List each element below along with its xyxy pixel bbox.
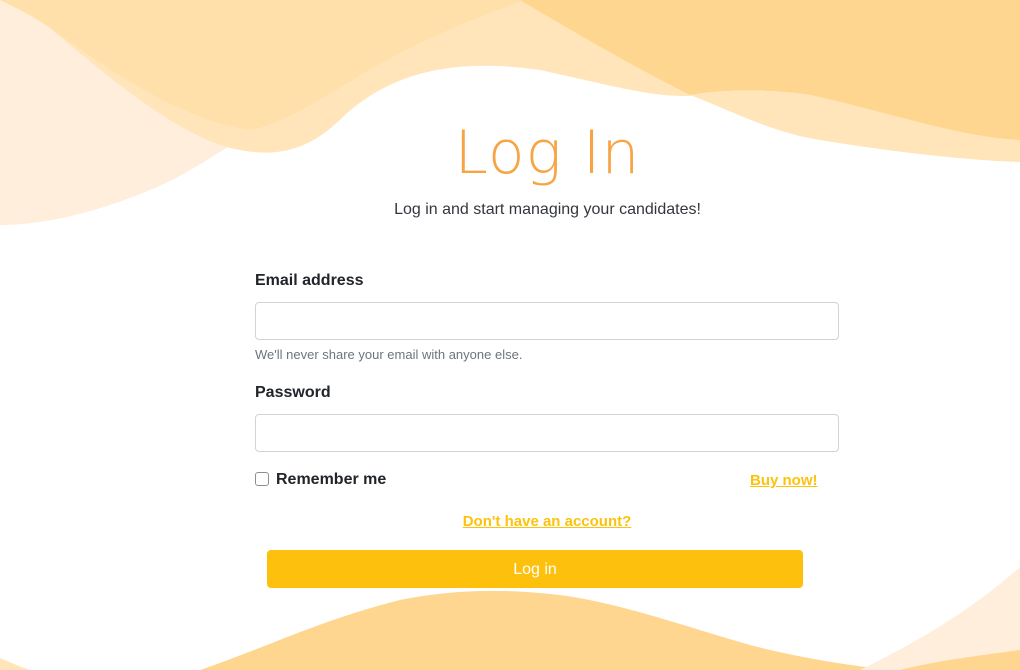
email-help-text: We'll never share your email with anyone… — [255, 347, 523, 362]
login-page: Log In Log in and start managing your ca… — [0, 0, 1020, 670]
remember-me-checkbox[interactable] — [255, 472, 269, 486]
page-subtitle: Log in and start managing your candidate… — [394, 201, 701, 218]
email-input[interactable] — [255, 302, 839, 340]
signup-link[interactable]: Don't have an account? — [0, 513, 1020, 530]
login-button[interactable]: Log in — [267, 550, 803, 588]
wave-bottom-center — [200, 590, 900, 670]
password-input[interactable] — [255, 414, 839, 452]
email-label: Email address — [255, 272, 364, 289]
password-label: Password — [255, 384, 331, 401]
wave-bottom-left — [0, 658, 30, 670]
remember-me-label[interactable]: Remember me — [276, 471, 386, 489]
buy-now-link[interactable]: Buy now! — [750, 472, 818, 489]
page-title: Log In — [454, 118, 641, 188]
